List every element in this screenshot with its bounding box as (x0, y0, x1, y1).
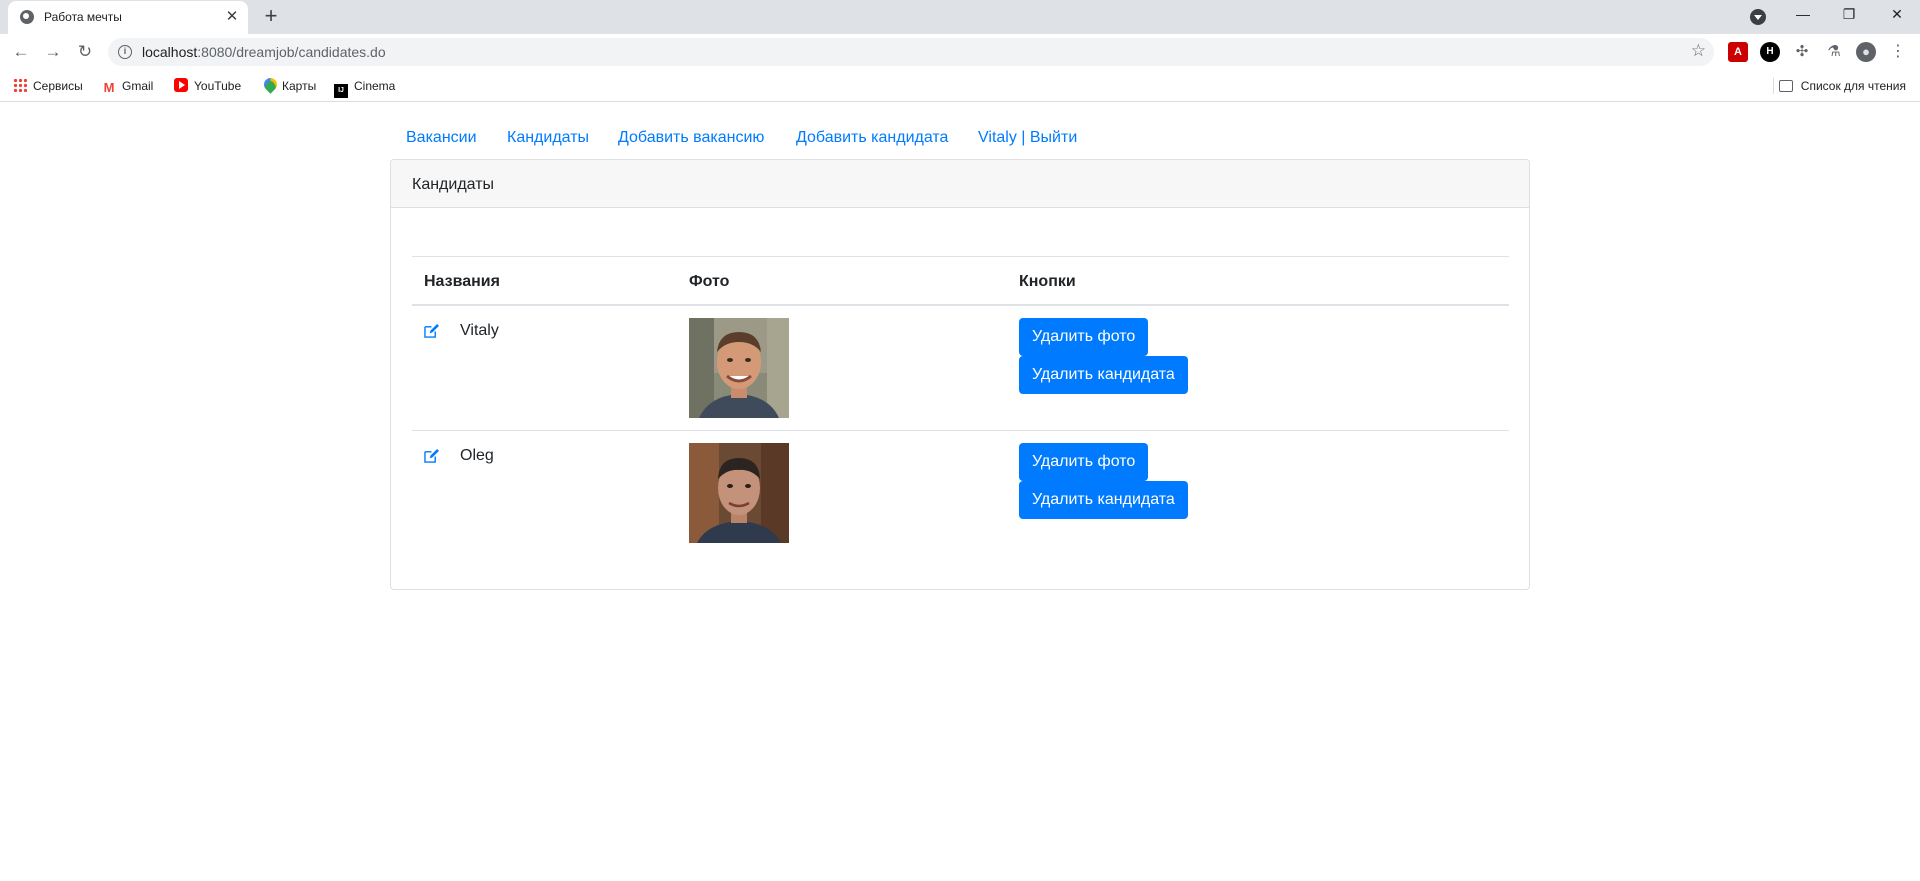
candidate-name: Vitaly (460, 322, 499, 339)
restore-button[interactable]: ❐ (1826, 0, 1872, 30)
candidate-name: Oleg (460, 447, 494, 464)
edit-icon[interactable] (424, 449, 439, 463)
bookmark-apps[interactable]: Сервисы (13, 77, 83, 95)
browser-tab[interactable]: Работа мечты ✕ (8, 1, 248, 34)
reading-list-icon (1778, 80, 1793, 92)
extensions-puzzle-icon[interactable]: ✣ (1792, 42, 1812, 62)
card-header: Кандидаты (391, 160, 1529, 208)
column-header-names: Названия (424, 273, 500, 290)
url-text[interactable]: localhost:8080/dreamjob/candidates.do (142, 44, 386, 60)
nav-vacancies-link[interactable]: Вакансии (406, 126, 477, 150)
new-tab-button[interactable]: + (259, 5, 283, 29)
gmail-icon: M (103, 80, 115, 95)
nav-candidates-link[interactable]: Кандидаты (507, 126, 589, 150)
youtube-icon (174, 78, 188, 92)
bookmark-label: Cinema (354, 79, 396, 93)
bookmark-star-icon[interactable]: ☆ (1691, 41, 1706, 61)
tab-strip: Работа мечты ✕ + — ❐ ✕ (0, 0, 1920, 34)
labs-flask-icon[interactable]: ⚗ (1824, 42, 1844, 62)
candidates-table: Названия Фото Кнопки Vitaly Удалить фото… (412, 256, 1509, 556)
table-row: Vitaly Удалить фото Удалить кандидата (412, 306, 1509, 431)
page-content: Вакансии Кандидаты Добавить вакансию Доб… (0, 103, 1920, 881)
back-button[interactable]: ← (10, 41, 32, 63)
bookmarks-divider (1773, 78, 1774, 94)
browser-menu-icon[interactable]: ⋮ (1888, 42, 1908, 62)
bookmark-label: Карты (282, 79, 317, 93)
globe-icon (20, 10, 34, 24)
column-header-photo: Фото (689, 273, 730, 290)
forward-button[interactable]: → (42, 41, 64, 63)
intellij-icon: IJ (334, 84, 348, 98)
close-tab-icon[interactable]: ✕ (222, 7, 242, 27)
bookmark-youtube[interactable]: YouTube (174, 77, 241, 95)
candidates-card: Кандидаты Названия Фото Кнопки Vitaly Уд… (390, 159, 1530, 590)
reading-list-label: Список для чтения (1800, 79, 1906, 93)
tab-title: Работа мечты (44, 10, 122, 24)
maps-icon (262, 78, 276, 92)
reading-list-button[interactable]: Список для чтения (1778, 77, 1906, 95)
info-icon[interactable]: i (118, 45, 132, 59)
url-host: localhost (142, 44, 198, 60)
bookmark-label: YouTube (194, 79, 242, 93)
address-bar[interactable]: i localhost:8080/dreamjob/candidates.do … (108, 38, 1714, 66)
candidate-photo (689, 443, 789, 543)
bookmark-gmail[interactable]: M Gmail (102, 77, 154, 95)
delete-candidate-button[interactable]: Удалить кандидата (1019, 481, 1188, 519)
delete-photo-button[interactable]: Удалить фото (1019, 318, 1149, 356)
bookmark-label: Gmail (122, 79, 154, 93)
bookmark-cinema[interactable]: IJ Cinema (334, 77, 396, 98)
table-header: Названия Фото Кнопки (412, 257, 1509, 306)
edit-icon[interactable] (424, 324, 439, 338)
nav-add-vacancy-link[interactable]: Добавить вакансию (618, 126, 764, 150)
delete-candidate-button[interactable]: Удалить кандидата (1019, 356, 1188, 394)
candidate-photo (689, 318, 789, 418)
nav-add-candidate-link[interactable]: Добавить кандидата (796, 126, 948, 150)
profile-avatar-icon[interactable]: ● (1856, 42, 1876, 62)
bookmarks-bar: Сервисы M Gmail YouTube Карты IJ Cinema Сп… (0, 70, 1920, 102)
bookmark-maps[interactable]: Карты (262, 77, 316, 95)
delete-photo-button[interactable]: Удалить фото (1019, 443, 1149, 481)
url-path: :8080/dreamjob/candidates.do (197, 44, 386, 60)
browser-toolbar: ← → ↻ i localhost:8080/dreamjob/candidat… (0, 34, 1920, 70)
nav-user-logout-link[interactable]: Vitaly | Выйти (978, 126, 1077, 150)
column-header-buttons: Кнопки (1019, 273, 1076, 290)
close-window-button[interactable]: ✕ (1874, 0, 1920, 30)
minimize-button[interactable]: — (1780, 0, 1826, 30)
table-row: Oleg Удалить фото Удалить кандидата (412, 431, 1509, 556)
h-extension-icon[interactable]: H (1760, 42, 1780, 62)
apps-icon (13, 78, 27, 92)
bookmark-label: Сервисы (33, 79, 83, 93)
reload-button[interactable]: ↻ (74, 41, 96, 63)
tab-search-icon[interactable] (1750, 9, 1766, 25)
pdf-extension-icon[interactable]: A (1728, 42, 1748, 62)
